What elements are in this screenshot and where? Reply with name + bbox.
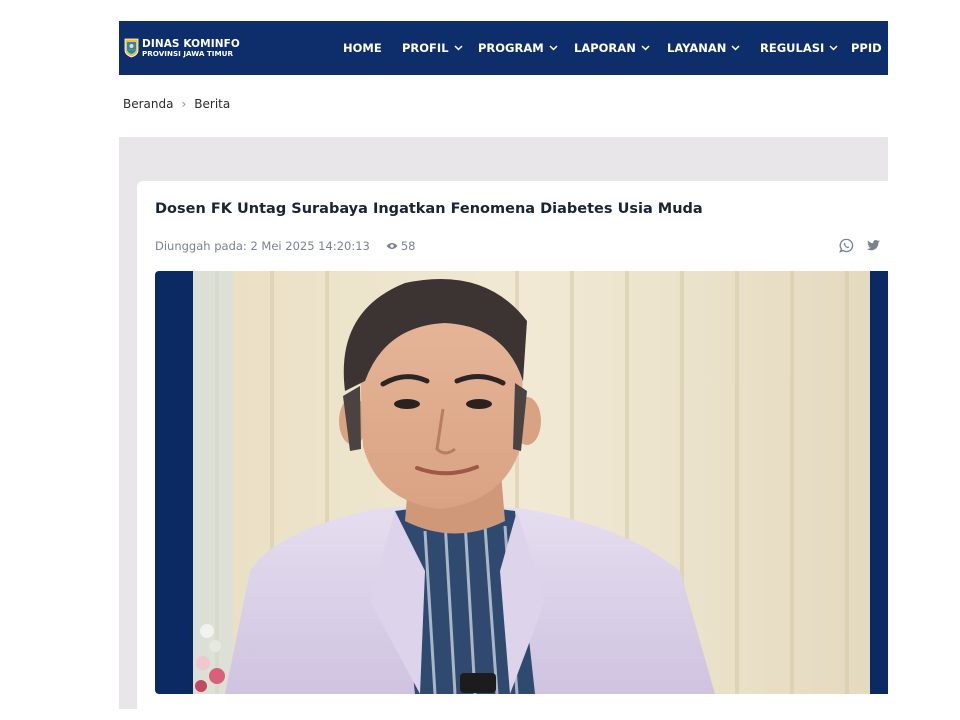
nav-item-layanan[interactable]: LAYANAN: [667, 41, 740, 55]
nav-label: PPID: [851, 41, 882, 55]
chevron-down-icon: [731, 45, 740, 51]
nav-item-laporan[interactable]: LAPORAN: [574, 41, 650, 55]
upload-date: Diunggah pada: 2 Mei 2025 14:20:13: [155, 239, 370, 253]
nav-label: LAYANAN: [667, 41, 727, 55]
breadcrumb-home-link[interactable]: Beranda: [123, 97, 173, 111]
nav-label: LAPORAN: [574, 41, 636, 55]
article-title: Dosen FK Untag Surabaya Ingatkan Fenomen…: [155, 201, 703, 217]
brand-title: DINAS KOMINFO: [142, 37, 240, 50]
site-logo[interactable]: DINAS KOMINFO PROVINSI JAWA TIMUR: [124, 38, 240, 58]
view-count: 58: [386, 239, 416, 253]
nav-label: PROGRAM: [478, 41, 544, 55]
nav-label: HOME: [343, 41, 382, 55]
chevron-down-icon: [829, 45, 838, 51]
nav-label: REGULASI: [760, 41, 825, 55]
brand-subtitle: PROVINSI JAWA TIMUR: [142, 49, 234, 59]
nav-item-ppid[interactable]: PPID: [851, 41, 882, 55]
eye-icon: [386, 243, 398, 249]
nav-item-program[interactable]: PROGRAM: [478, 41, 558, 55]
breadcrumb-separator-icon: ›: [181, 97, 187, 111]
chevron-down-icon: [454, 45, 463, 51]
top-navbar: DINAS KOMINFO PROVINSI JAWA TIMUR HOME P…: [119, 21, 888, 75]
article-meta: Diunggah pada: 2 Mei 2025 14:20:13 58: [155, 239, 415, 253]
nav-label: PROFIL: [402, 41, 449, 55]
chevron-down-icon: [641, 45, 650, 51]
breadcrumb-current: Berita: [194, 97, 231, 111]
featured-photo: [155, 271, 888, 694]
share-whatsapp-button[interactable]: [839, 238, 854, 253]
nav-item-home[interactable]: HOME: [343, 41, 382, 55]
nav-item-regulasi[interactable]: REGULASI: [760, 41, 838, 55]
portrait-illustration: [193, 271, 870, 694]
view-count-value: 58: [400, 239, 416, 253]
nav-item-profil[interactable]: PROFIL: [402, 41, 463, 55]
twitter-icon: [866, 239, 881, 251]
jatim-emblem-icon: [124, 38, 139, 58]
whatsapp-icon: [839, 238, 854, 253]
breadcrumb: Beranda › Berita: [123, 97, 230, 111]
share-twitter-button[interactable]: [866, 238, 881, 253]
chevron-down-icon: [549, 45, 558, 51]
